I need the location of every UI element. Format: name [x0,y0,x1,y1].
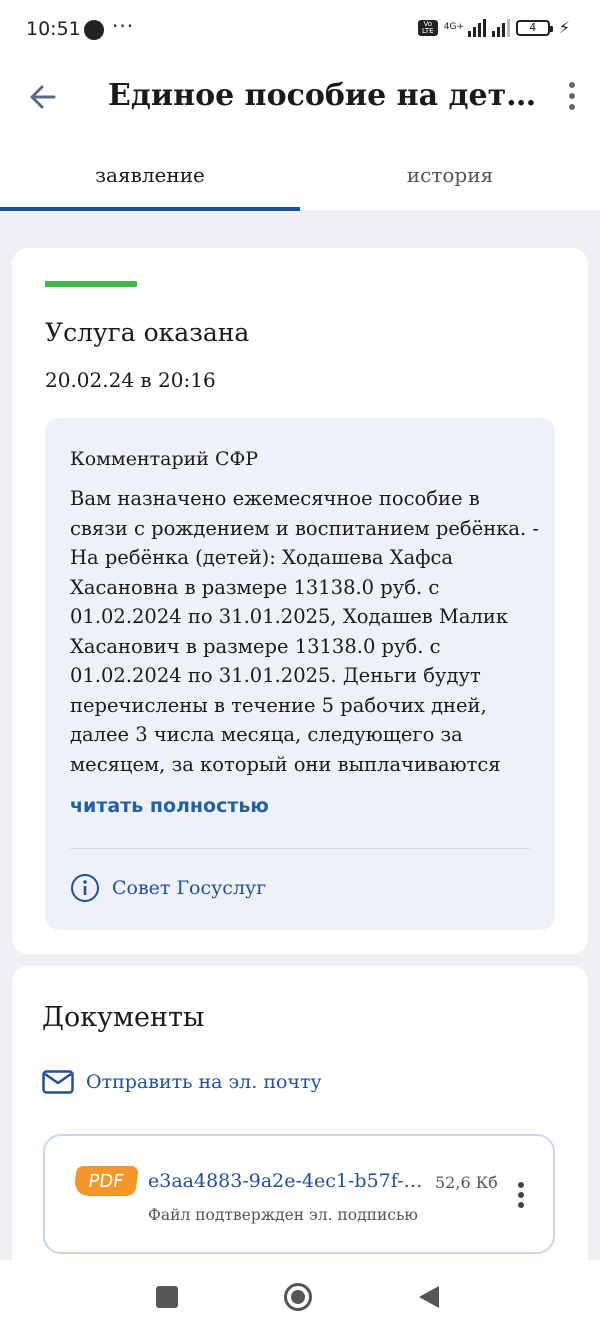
file-item[interactable]: PDF e3aa4883-9a2e-4ec1-b57f-7… 52,6 Кб Ф… [43,1134,555,1254]
active-tab-indicator [0,207,300,211]
send-email-label: Отправить на эл. почту [86,1071,322,1093]
status-bar: 10:51 ··· Vo LTE 4G+ 4 ⚡ [0,0,600,60]
documents-title: Документы [42,1002,205,1033]
info-icon [71,874,99,902]
signal-icon [467,18,486,37]
nav-back-icon[interactable] [417,1284,441,1310]
gosuslugi-advice-link[interactable]: Совет Госуслуг [70,873,266,903]
status-time: 10:51 [26,18,81,40]
page-title: Единое пособие на детей и б... [108,78,538,113]
tab-application[interactable]: заявление [0,163,300,187]
volte-icon: Vo LTE [417,19,438,36]
notification-dot-icon [84,20,104,40]
recent-apps-icon[interactable] [156,1286,178,1308]
status-card: Услуга оказана 20.02.24 в 20:16 Коммента… [12,248,588,954]
comment-text: Вам назначено ежемесячное пособие в связ… [70,487,539,776]
more-vert-icon[interactable] [566,82,578,112]
file-signature-note: Файл подтвержден эл. подписью [148,1206,418,1224]
pdf-file-icon: PDF [72,1166,140,1196]
comment-title: Комментарий СФР [70,448,259,470]
file-more-vert-icon[interactable] [517,1182,525,1212]
system-nav-bar [0,1260,600,1332]
home-icon[interactable] [283,1282,313,1312]
read-more-link[interactable]: читать полностью [70,795,269,817]
tab-history[interactable]: история [300,163,600,187]
signal-2-icon [491,18,510,37]
network-type-label: 4G+ [443,22,465,32]
status-color-bar [45,281,137,287]
file-name[interactable]: e3aa4883-9a2e-4ec1-b57f-7… [148,1170,428,1192]
back-arrow-icon[interactable] [26,80,60,114]
battery-icon: 4 [515,19,553,36]
file-size: 52,6 Кб [435,1173,498,1192]
comment-box: Комментарий СФР Вам назначено ежемесячно… [45,418,555,930]
status-date: 20.02.24 в 20:16 [45,368,216,392]
mail-icon [42,1070,74,1094]
status-title: Услуга оказана [45,318,250,347]
send-email-button[interactable]: Отправить на эл. почту [42,1070,322,1094]
advice-label: Совет Госуслуг [112,877,267,899]
more-notifications-icon: ··· [112,14,135,38]
status-icons: Vo LTE 4G+ 4 ⚡ [417,18,570,37]
charging-icon: ⚡ [558,18,570,37]
app-bar: Единое пособие на детей и б... заявление… [0,60,600,211]
divider [70,848,530,849]
documents-card: Документы Отправить на эл. почту PDF e3a… [12,966,588,1286]
